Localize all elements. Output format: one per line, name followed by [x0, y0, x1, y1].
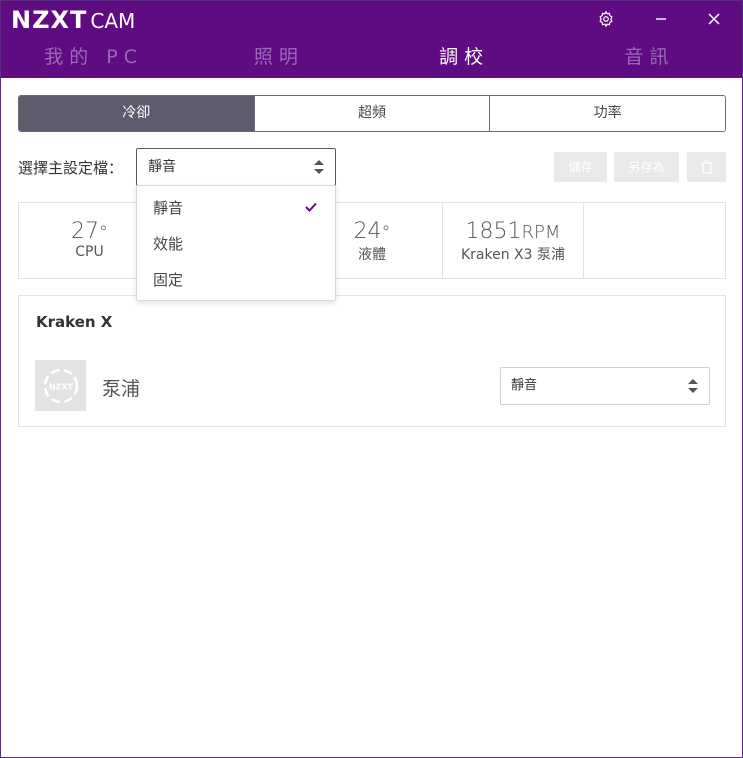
stats-panel: 27° CPU 24° 液體 1851RPM Kraken X3 泵浦	[18, 202, 726, 279]
profile-label: 選擇主設定檔：	[18, 159, 124, 177]
profile-dropdown: 靜音 效能 固定	[136, 185, 336, 301]
sub-tabs: 冷卻 超頻 功率	[18, 95, 726, 132]
minimize-button[interactable]	[648, 7, 674, 31]
main-nav: 我的 PC 照明 調校 音訊	[1, 39, 742, 77]
check-icon	[305, 202, 317, 212]
svg-text:NZXT: NZXT	[48, 382, 73, 391]
device-component-name: 泵浦	[102, 378, 141, 400]
app-window: NZXT CAM 我的 PC 照明 調校 音訊 冷卻 超頻 功率 選擇主設定檔：…	[0, 0, 743, 758]
minimize-icon	[656, 18, 666, 20]
tab-lighting[interactable]: 照明	[186, 39, 371, 77]
option-label: 固定	[153, 271, 184, 289]
nzxt-badge-icon: NZXT	[43, 368, 78, 403]
stat-value: 1851RPM	[465, 219, 561, 244]
device-title: Kraken X	[36, 313, 113, 331]
close-icon	[708, 13, 720, 25]
sort-arrows-icon	[688, 379, 698, 393]
tab-tuning[interactable]: 調校	[372, 39, 557, 77]
subtab-power[interactable]: 功率	[489, 96, 725, 131]
subtab-overclocking[interactable]: 超頻	[253, 96, 490, 131]
device-logo-icon: NZXT	[35, 360, 86, 411]
stat-pump-speed: 1851RPM Kraken X3 泵浦	[442, 203, 583, 278]
trash-icon	[701, 160, 712, 174]
sort-arrows-icon	[314, 160, 324, 174]
device-card: Kraken X NZXT 泵浦 靜音	[18, 295, 726, 427]
pump-profile-value: 靜音	[511, 378, 538, 393]
subtab-cooling[interactable]: 冷卻	[19, 96, 254, 131]
settings-button[interactable]	[593, 7, 619, 31]
profile-select-value: 靜音	[148, 159, 176, 175]
dropdown-option-performance[interactable]: 效能	[137, 226, 335, 262]
pump-profile-select[interactable]: 靜音	[500, 367, 710, 405]
stat-label: Kraken X3 泵浦	[460, 247, 565, 263]
logo-brand: NZXT	[11, 6, 88, 34]
stat-empty	[583, 203, 724, 278]
option-label: 靜音	[153, 199, 184, 217]
dropdown-option-fixed[interactable]: 固定	[137, 262, 335, 298]
header-bar: NZXT CAM 我的 PC 照明 調校 音訊	[1, 1, 742, 78]
option-label: 效能	[153, 235, 184, 253]
tab-my-pc[interactable]: 我的 PC	[1, 39, 186, 77]
close-button[interactable]	[701, 7, 727, 31]
app-logo: NZXT CAM	[11, 6, 135, 34]
save-button[interactable]: 儲存	[554, 152, 607, 182]
dropdown-option-silent[interactable]: 靜音	[137, 190, 335, 226]
delete-button[interactable]	[687, 152, 726, 182]
logo-product: CAM	[90, 9, 136, 33]
save-as-button[interactable]: 另存為	[614, 152, 679, 182]
profile-select[interactable]: 靜音	[136, 148, 336, 186]
gear-icon	[599, 10, 613, 28]
tab-audio[interactable]: 音訊	[557, 39, 742, 77]
